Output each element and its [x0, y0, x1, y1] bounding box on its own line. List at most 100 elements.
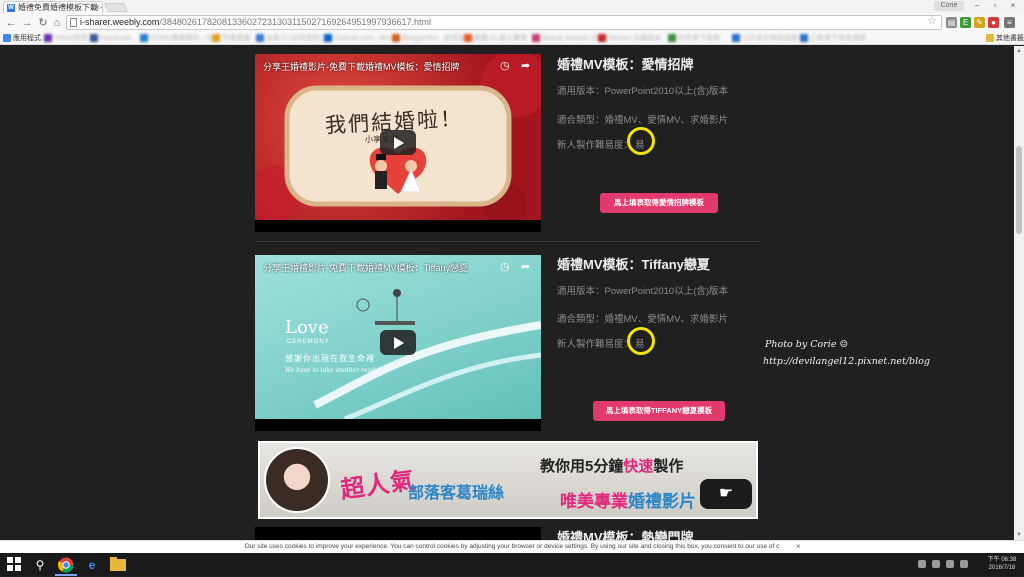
tray-icon[interactable]	[932, 560, 940, 568]
bookmark-label: 其他書籤	[996, 35, 1024, 42]
forward-arrow-icon[interactable]: →	[20, 16, 34, 30]
bookmark-label: Beauty Awards 2015	[542, 35, 607, 42]
bookmark-label: COWA專業條件 - 中..	[150, 35, 217, 42]
tab-close-icon[interactable]: ×	[95, 2, 100, 13]
play-button[interactable]	[380, 130, 416, 155]
cookie-close-icon[interactable]: ×	[796, 541, 801, 553]
url-field[interactable]: i-sharer.weebly.com/38480261782081336027…	[66, 15, 942, 30]
search-icon[interactable]: ⚲	[32, 557, 48, 573]
play-button[interactable]	[380, 330, 416, 355]
page-scrollbar[interactable]: ▲ ▼	[1014, 46, 1024, 540]
windows-taskbar: ⚲ e 下午 06:38 2016/7/18	[0, 553, 1024, 576]
video-player-2[interactable]: Love CEREMONY 感謝你出現在我生命裡 We have to take…	[255, 255, 541, 431]
other-bookmarks-folder[interactable]: 其他書籤	[986, 34, 1024, 43]
network-icon[interactable]	[946, 560, 954, 568]
bookmark-item[interactable]: Yahoo奇摩	[44, 34, 88, 43]
scroll-up-icon[interactable]: ▲	[1014, 46, 1024, 56]
chrome-menu-icon[interactable]: ≡	[1004, 17, 1015, 28]
page-icon	[70, 18, 77, 27]
weebly-favicon-icon: W	[7, 4, 15, 12]
bookmark-favicon-icon	[3, 34, 11, 42]
banner-popular-text: 超人氣	[338, 466, 417, 505]
adblock-extension-icon[interactable]: ●	[988, 17, 999, 28]
video-title[interactable]: 分享王婚禮影片-免費下載婚禮MV模板：Tiffany戀夏	[263, 261, 468, 274]
video-title[interactable]: 分享王婚禮影片-免費下載婚禮MV模板：愛情招牌	[263, 60, 460, 73]
section-divider	[255, 241, 760, 242]
frame-script-text: We have to take another ready	[285, 367, 379, 374]
video-player-1[interactable]: 我們結婚啦！ 小享 & 芬 分享王婚禮影片-免費下載婚禮MV模板：愛情招牌 ◷ …	[255, 54, 541, 232]
video-player-3[interactable]	[255, 527, 541, 540]
product-version: 適用版本：PowerPoint2010以上(含)版本	[557, 86, 729, 97]
url-host: i-sharer.weebly.com	[80, 17, 160, 27]
volume-icon[interactable]	[960, 560, 968, 568]
bookmark-label: 早瓣建議	[222, 35, 250, 42]
minimize-icon[interactable]: –	[968, 0, 986, 11]
folder-icon	[986, 34, 994, 42]
bookmark-favicon-icon	[140, 34, 148, 42]
bookmark-item[interactable]: COWA專業條件 - 中..	[140, 34, 217, 43]
clock-date: 2016/7/18	[988, 565, 1016, 571]
new-tab-button[interactable]	[104, 3, 128, 12]
browser-tab[interactable]: W 婚禮免費婚禮模板下載 - ×	[3, 1, 103, 13]
bookmark-favicon-icon	[212, 34, 220, 42]
bookmark-item[interactable]: 早瓣建議	[212, 34, 250, 43]
bookmark-label: 在外貿下易部	[678, 35, 720, 42]
bookmark-item[interactable]: Nielsen 主機版本	[598, 34, 661, 43]
watch-later-icon[interactable]: ◷	[500, 260, 510, 273]
extension-icon[interactable]: ▤	[946, 17, 957, 28]
bookmark-label: 口貿易下易收據部	[810, 35, 866, 42]
get-template-button[interactable]: 馬上填表取得愛情招牌模板	[600, 193, 718, 213]
note-extension-icon[interactable]: ✎	[974, 17, 985, 28]
bookmark-favicon-icon	[44, 34, 52, 42]
scroll-thumb[interactable]	[1016, 146, 1022, 234]
bookmark-label: 美國 IG 線上賽單	[474, 35, 528, 42]
bookmark-favicon-icon	[532, 34, 540, 42]
bookmark-item[interactable]: 在外貿下易部	[668, 34, 720, 43]
home-icon[interactable]: ⌂	[50, 16, 64, 30]
banner-headline-a: 教你用5分鐘	[540, 458, 624, 475]
file-explorer-icon[interactable]	[110, 557, 126, 573]
highlight-circle	[627, 327, 655, 355]
bookmark-favicon-icon	[392, 34, 400, 42]
bookmark-item[interactable]: 口平金外旗航部部..	[732, 34, 802, 43]
reload-icon[interactable]: ↻	[36, 16, 50, 30]
frame-love-text: Love	[285, 317, 329, 338]
share-icon[interactable]: ➦	[521, 260, 530, 273]
bookmark-label: 應用程式	[13, 35, 41, 42]
apps-shortcut[interactable]: 應用程式	[3, 34, 41, 43]
taskbar-clock[interactable]: 下午 06:38 2016/7/18	[984, 556, 1020, 572]
watch-later-icon[interactable]: ◷	[500, 59, 510, 72]
banner-headline: 教你用5分鐘快速製作	[540, 455, 683, 476]
bookmark-label: Outlook.com - dev...	[334, 35, 397, 42]
address-toolbar: ← → ↻ ⌂ i-sharer.weebly.com/384802617820…	[0, 13, 1024, 32]
maximize-icon[interactable]: ▫	[986, 0, 1004, 11]
scroll-down-icon[interactable]: ▼	[1014, 530, 1024, 540]
windows-start-icon[interactable]	[6, 557, 22, 573]
bookmark-favicon-icon	[256, 34, 264, 42]
bookmarks-bar: 應用程式 Yahoo奇摩 Facebook COWA專業條件 - 中.. 早瓣建議 谷歌 …	[0, 32, 1024, 45]
get-template-button[interactable]: 馬上填表取得TIFFANY戀夏模板	[593, 401, 725, 421]
bookmark-item[interactable]: 美國 IG 線上賽單	[464, 34, 527, 43]
tab-title: 婚禮免費婚禮模板下載 -	[18, 3, 103, 12]
back-arrow-icon[interactable]: ←	[4, 16, 18, 30]
ie-taskbar-icon[interactable]: e	[84, 557, 100, 573]
profile-button[interactable]: Corie	[934, 1, 964, 11]
bookmark-item[interactable]: Facebook	[90, 34, 131, 43]
product-type: 適合類型：婚禮MV、愛情MV、求婚影片	[557, 314, 729, 325]
bookmark-item[interactable]: Bloggerdes - 部落格	[392, 34, 465, 43]
bookmark-item[interactable]: 口貿易下易收據部	[800, 34, 866, 43]
share-icon[interactable]: ➦	[521, 59, 530, 72]
bookmark-star-icon[interactable]: ☆	[927, 16, 937, 28]
evernote-extension-icon[interactable]: E	[960, 17, 971, 28]
clock-time: 下午 06:38	[987, 557, 1017, 563]
browser-tab-strip: W 婚禮免費婚禮模板下載 - × Corie – ▫ ×	[0, 0, 1024, 13]
bookmark-item[interactable]: Beauty Awards 2015	[532, 34, 606, 43]
window-close-icon[interactable]: ×	[1004, 0, 1022, 11]
bookmark-label: Nielsen 主機版本	[608, 35, 662, 42]
bookmark-item[interactable]: Outlook.com - dev...	[324, 34, 396, 43]
bookmark-item[interactable]: 谷歌 h-i 好時雲知之	[256, 34, 327, 43]
tray-icon[interactable]	[918, 560, 926, 568]
bookmark-label: Yahoo奇摩	[54, 35, 88, 42]
chrome-taskbar-icon[interactable]	[57, 557, 74, 573]
promo-banner[interactable]: 超人氣 部落客葛瑞絲 教你用5分鐘快速製作 唯美專業婚禮影片 ☛	[258, 441, 758, 519]
